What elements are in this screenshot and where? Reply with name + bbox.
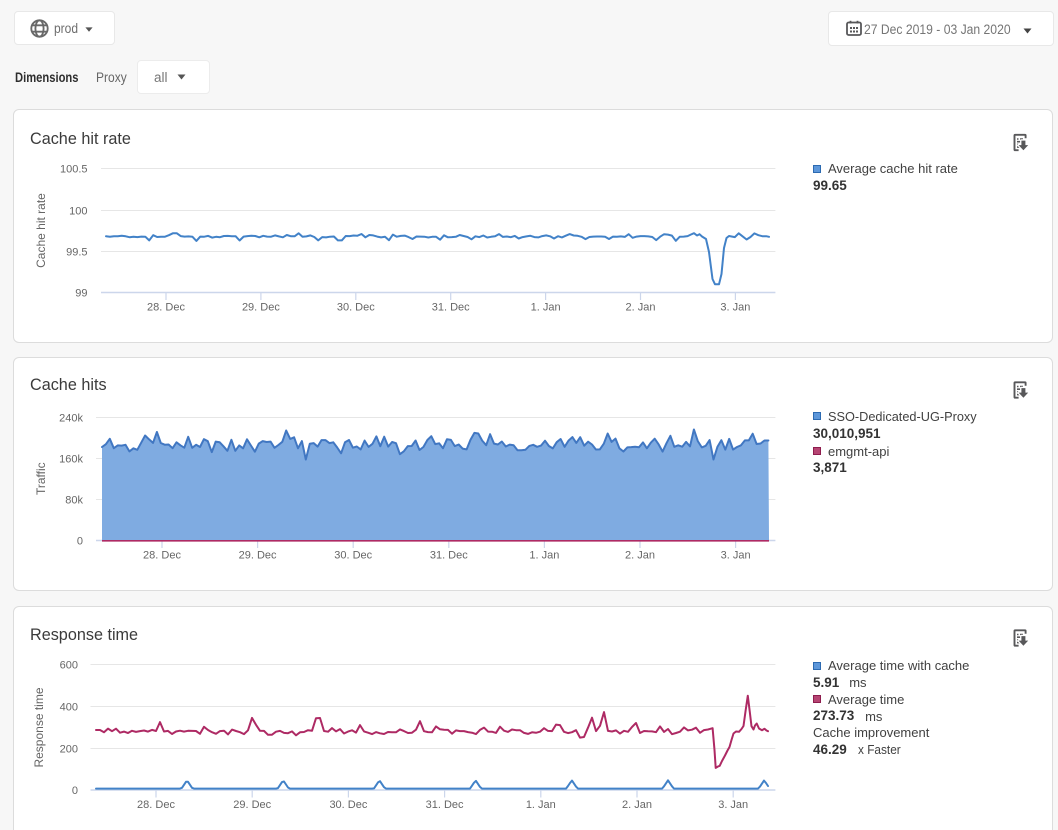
svg-text:30. Dec: 30. Dec — [334, 549, 372, 561]
svg-text:29. Dec: 29. Dec — [233, 799, 271, 811]
svg-text:240k: 240k — [59, 413, 83, 425]
svg-text:30. Dec: 30. Dec — [337, 301, 375, 313]
svg-text:100: 100 — [69, 206, 87, 218]
svg-text:2. Jan: 2. Jan — [625, 549, 655, 561]
svg-text:2. Jan: 2. Jan — [622, 799, 652, 811]
svg-text:29. Dec: 29. Dec — [239, 549, 277, 561]
svg-text:400: 400 — [60, 702, 78, 714]
svg-text:3. Jan: 3. Jan — [721, 549, 751, 561]
svg-text:1. Jan: 1. Jan — [529, 549, 559, 561]
svg-text:28. Dec: 28. Dec — [143, 549, 181, 561]
svg-text:2. Jan: 2. Jan — [626, 301, 656, 313]
svg-text:28. Dec: 28. Dec — [147, 301, 185, 313]
svg-text:29. Dec: 29. Dec — [242, 301, 280, 313]
svg-text:1. Jan: 1. Jan — [531, 301, 561, 313]
svg-text:99.5: 99.5 — [66, 247, 87, 259]
svg-text:31. Dec: 31. Dec — [430, 549, 468, 561]
svg-text:30. Dec: 30. Dec — [329, 799, 367, 811]
svg-text:0: 0 — [72, 785, 78, 797]
svg-text:31. Dec: 31. Dec — [426, 799, 464, 811]
svg-text:Traffic: Traffic — [34, 462, 48, 495]
svg-text:99: 99 — [75, 288, 87, 300]
svg-text:3. Jan: 3. Jan — [718, 799, 748, 811]
svg-text:28. Dec: 28. Dec — [137, 799, 175, 811]
svg-text:Response time: Response time — [32, 687, 46, 767]
svg-text:160k: 160k — [59, 454, 83, 466]
svg-text:31. Dec: 31. Dec — [432, 301, 470, 313]
svg-text:Cache hit rate: Cache hit rate — [34, 193, 48, 268]
svg-text:0: 0 — [77, 536, 83, 548]
svg-text:600: 600 — [60, 660, 78, 672]
svg-text:100.5: 100.5 — [60, 164, 88, 176]
svg-text:80k: 80k — [65, 495, 83, 507]
svg-text:3. Jan: 3. Jan — [720, 301, 750, 313]
svg-text:1. Jan: 1. Jan — [526, 799, 556, 811]
svg-text:200: 200 — [60, 744, 78, 756]
